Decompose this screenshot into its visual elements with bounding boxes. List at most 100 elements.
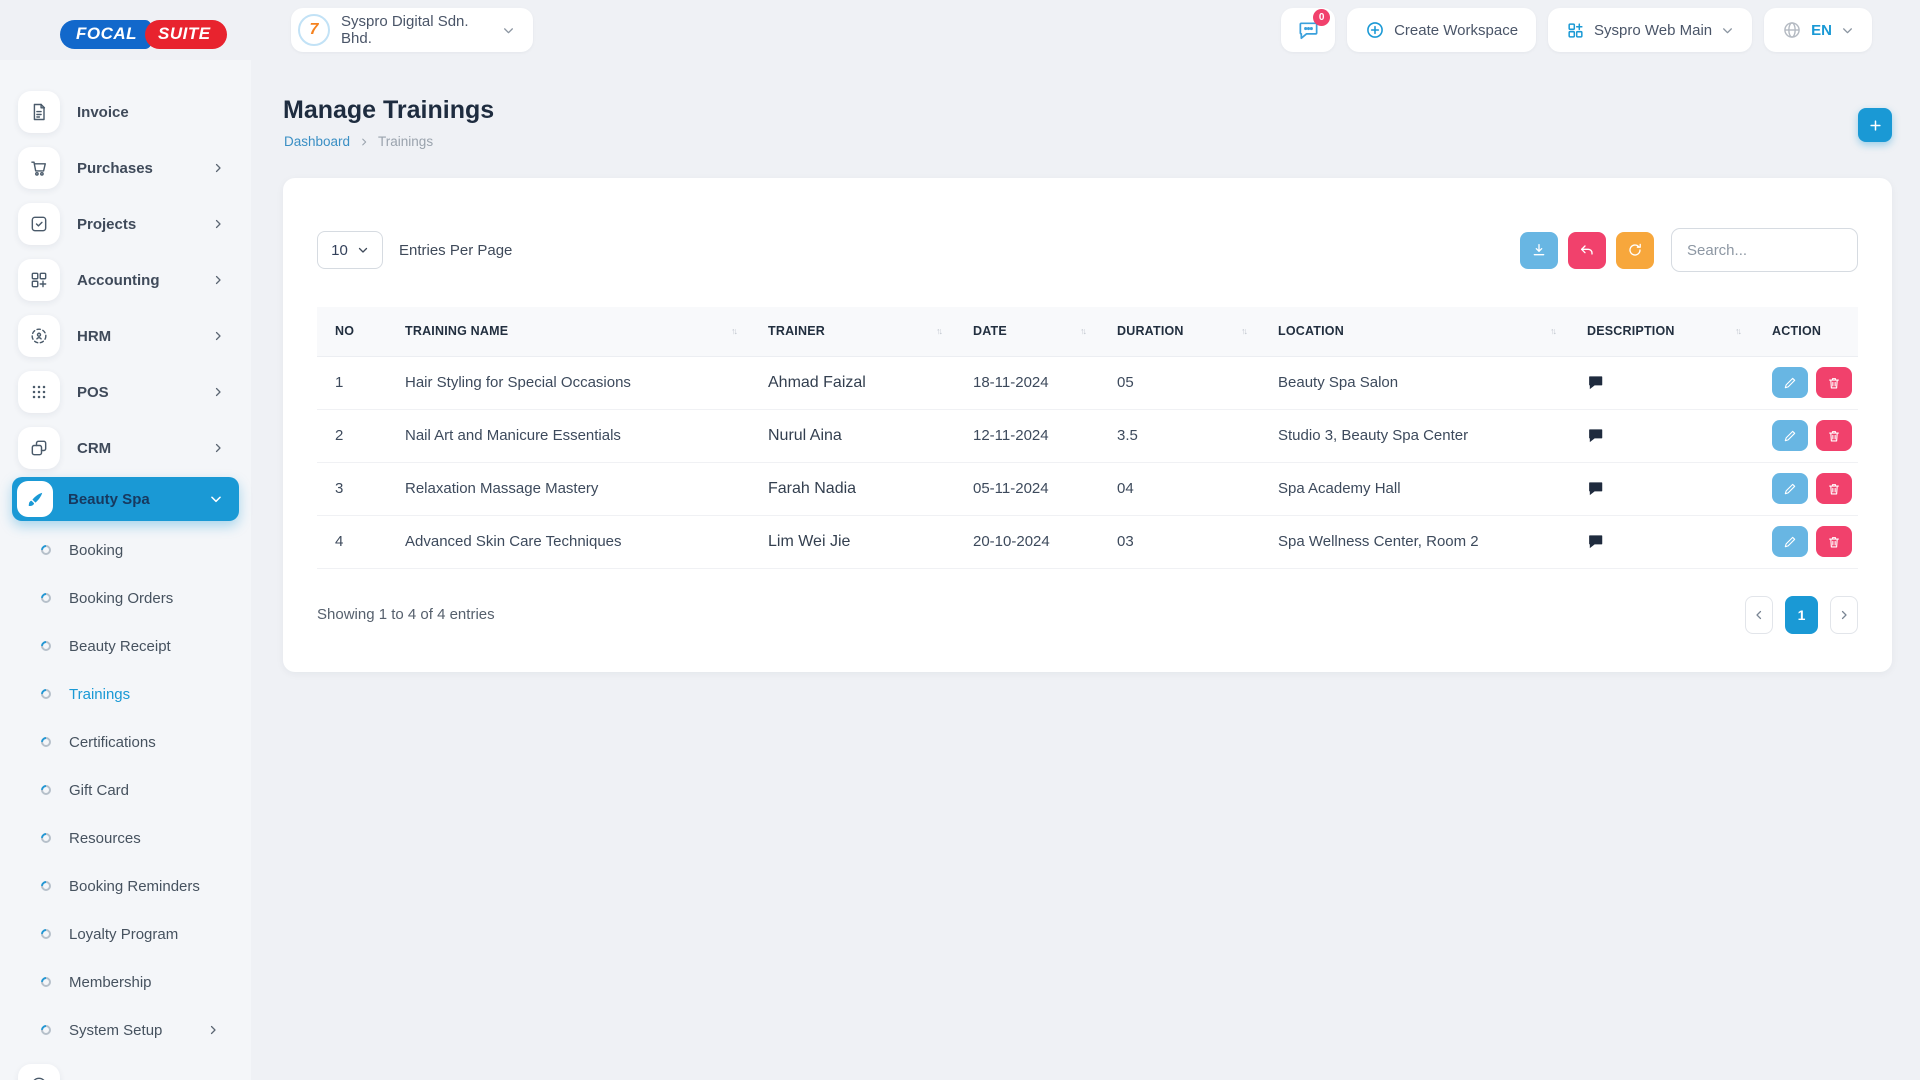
delete-button[interactable] — [1816, 526, 1852, 557]
delete-button[interactable] — [1816, 420, 1852, 451]
cell-date: 18-11-2024 — [955, 356, 1099, 409]
bullet-icon — [39, 1023, 53, 1037]
sidebar-item-trainings[interactable]: Trainings — [0, 670, 251, 718]
workspace-selector[interactable]: Syspro Web Main — [1548, 8, 1752, 52]
edit-button[interactable] — [1772, 526, 1808, 557]
sort-icon[interactable]: ↑↓ — [936, 326, 941, 336]
search-input[interactable] — [1671, 228, 1858, 272]
chevron-down-icon — [209, 492, 223, 506]
edit-button[interactable] — [1772, 367, 1808, 398]
overlap-squares-icon — [18, 427, 60, 469]
delete-button[interactable] — [1816, 367, 1852, 398]
sidebar-item-projects[interactable]: Projects — [0, 196, 251, 252]
cell-no: 2 — [317, 409, 387, 462]
showing-entries-text: Showing 1 to 4 of 4 entries — [317, 606, 495, 623]
sidebar-item-accounting[interactable]: Accounting — [0, 252, 251, 308]
messages-button[interactable]: 0 — [1281, 8, 1335, 52]
sidebar-item-partial[interactable] — [18, 1064, 251, 1080]
trainings-card: 10 Entries Per Page NO — [283, 178, 1892, 672]
cell-location: Studio 3, Beauty Spa Center — [1260, 409, 1569, 462]
sort-icon[interactable]: ↑↓ — [1241, 326, 1246, 336]
cell-training-name: Nail Art and Manicure Essentials — [387, 409, 750, 462]
language-selector[interactable]: EN — [1764, 8, 1872, 52]
next-page-button[interactable] — [1830, 596, 1858, 634]
edit-button[interactable] — [1772, 473, 1808, 504]
bullet-icon — [39, 927, 53, 941]
sidebar-item-pos[interactable]: POS — [0, 364, 251, 420]
sidebar-item-purchases[interactable]: Purchases — [0, 140, 251, 196]
grid-plus-icon — [18, 259, 60, 301]
edit-button[interactable] — [1772, 420, 1808, 451]
sidebar-item-system-setup[interactable]: System Setup — [0, 1006, 251, 1054]
sidebar-item-resources[interactable]: Resources — [0, 814, 251, 862]
breadcrumb-dashboard-link[interactable]: Dashboard — [284, 134, 350, 149]
chevron-right-icon — [212, 162, 224, 174]
sidebar-item-membership[interactable]: Membership — [0, 958, 251, 1006]
create-workspace-button[interactable]: Create Workspace — [1347, 8, 1536, 52]
sidebar-item-booking-reminders[interactable]: Booking Reminders — [0, 862, 251, 910]
table-row: 1 Hair Styling for Special Occasions Ahm… — [317, 356, 1858, 409]
bullet-icon — [39, 879, 53, 893]
comment-icon[interactable] — [1587, 533, 1754, 551]
breadcrumb: Dashboard Trainings — [284, 134, 433, 149]
prev-page-button[interactable] — [1745, 596, 1773, 634]
app-logo: FOCAL SUITE — [60, 20, 227, 49]
beauty-spa-submenu: Booking Booking Orders Beauty Receipt Tr… — [0, 526, 251, 1054]
sidebar-item-loyalty-program[interactable]: Loyalty Program — [0, 910, 251, 958]
page-number-button[interactable]: 1 — [1785, 596, 1818, 634]
logo-focal: FOCAL — [60, 20, 151, 49]
refresh-button[interactable] — [1616, 232, 1654, 269]
bullet-icon — [39, 639, 53, 653]
chevron-down-icon — [1721, 24, 1734, 37]
sidebar-item-beauty-receipt[interactable]: Beauty Receipt — [0, 622, 251, 670]
breadcrumb-current: Trainings — [378, 134, 433, 149]
sort-icon[interactable]: ↑↓ — [1080, 326, 1085, 336]
cell-date: 12-11-2024 — [955, 409, 1099, 462]
chevron-right-icon — [212, 218, 224, 230]
sidebar-group-beauty-spa[interactable]: Beauty Spa — [12, 477, 239, 521]
globe-icon — [1782, 20, 1802, 40]
comment-icon[interactable] — [1587, 427, 1754, 445]
col-header-description[interactable]: DESCRIPTION↑↓ — [1569, 307, 1754, 356]
col-header-training-name[interactable]: TRAINING NAME↑↓ — [387, 307, 750, 356]
language-code: EN — [1811, 22, 1832, 39]
sidebar-item-hrm[interactable]: HRM — [0, 308, 251, 364]
table-row: 2 Nail Art and Manicure Essentials Nurul… — [317, 409, 1858, 462]
pagination: 1 — [1745, 596, 1858, 634]
sidebar-item-crm[interactable]: CRM — [0, 420, 251, 476]
circle-icon — [18, 1064, 60, 1080]
workspace-name: Syspro Web Main — [1594, 22, 1712, 39]
cell-date: 20-10-2024 — [955, 515, 1099, 568]
cell-training-name: Advanced Skin Care Techniques — [387, 515, 750, 568]
add-training-button[interactable] — [1858, 108, 1892, 142]
sort-icon[interactable]: ↑↓ — [1735, 326, 1740, 336]
cell-training-name: Hair Styling for Special Occasions — [387, 356, 750, 409]
cell-description — [1569, 356, 1754, 409]
comment-icon[interactable] — [1587, 480, 1754, 498]
col-header-trainer[interactable]: TRAINER↑↓ — [750, 307, 955, 356]
sidebar-item-booking[interactable]: Booking — [0, 526, 251, 574]
cell-duration: 3.5 — [1099, 409, 1260, 462]
cell-no: 4 — [317, 515, 387, 568]
sidebar-item-invoice[interactable]: Invoice — [0, 84, 251, 140]
chevron-right-icon — [212, 442, 224, 454]
col-header-duration[interactable]: DURATION↑↓ — [1099, 307, 1260, 356]
col-header-date[interactable]: DATE↑↓ — [955, 307, 1099, 356]
entries-per-page-select[interactable]: 10 — [317, 231, 383, 269]
sidebar: Invoice Purchases Projects Accounting — [0, 60, 251, 1080]
reset-undo-button[interactable] — [1568, 232, 1606, 269]
sidebar-item-certifications[interactable]: Certifications — [0, 718, 251, 766]
sort-icon[interactable]: ↑↓ — [731, 326, 736, 336]
check-square-icon — [18, 203, 60, 245]
sidebar-item-booking-orders[interactable]: Booking Orders — [0, 574, 251, 622]
hrm-target-icon — [18, 315, 60, 357]
company-selector[interactable]: 7 Syspro Digital Sdn. Bhd. — [291, 8, 533, 52]
cell-action — [1754, 462, 1858, 515]
sort-icon[interactable]: ↑↓ — [1550, 326, 1555, 336]
circled-plus-icon — [1365, 20, 1385, 40]
delete-button[interactable] — [1816, 473, 1852, 504]
col-header-location[interactable]: LOCATION↑↓ — [1260, 307, 1569, 356]
export-download-button[interactable] — [1520, 232, 1558, 269]
sidebar-item-gift-card[interactable]: Gift Card — [0, 766, 251, 814]
comment-icon[interactable] — [1587, 374, 1754, 392]
